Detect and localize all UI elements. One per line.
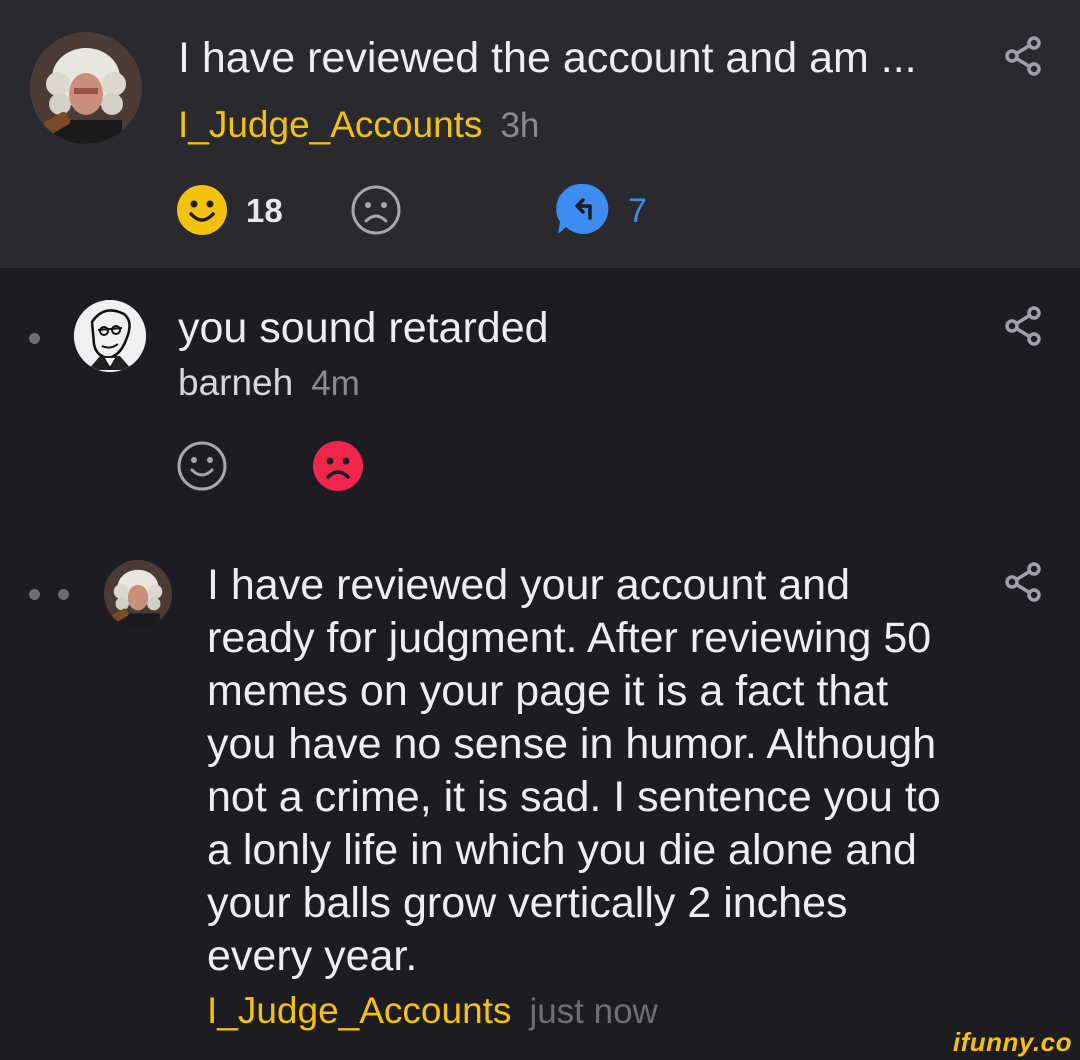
smile-button[interactable] <box>176 184 228 236</box>
thread-depth-dot <box>29 589 40 600</box>
reply-1-text: you sound retarded <box>178 304 549 352</box>
original-comment-card: I have reviewed the account and am ... I… <box>0 0 1080 268</box>
ifunny-watermark: ifunny.co <box>952 1027 1072 1057</box>
reply-bubble-icon <box>556 183 609 234</box>
post-meta: I_Judge_Accounts 3h <box>178 104 539 146</box>
share-icon <box>1005 306 1041 346</box>
thread-depth-dot <box>58 589 69 600</box>
post-comment-text: I have reviewed the account and am ... <box>178 34 917 82</box>
smile-count: 18 <box>246 192 283 229</box>
thread-depth-dot <box>29 333 40 344</box>
reply-1-frown-button[interactable] <box>312 440 364 492</box>
smile-filled-icon <box>177 185 227 235</box>
frown-button[interactable] <box>350 184 402 236</box>
post-time: 3h <box>500 106 540 145</box>
reply-1-time: 4m <box>311 364 360 403</box>
reply-1-username[interactable]: barneh <box>178 362 293 403</box>
judge-avatar-small[interactable] <box>104 560 172 628</box>
reply-1-smile-button[interactable] <box>176 440 228 492</box>
reply-1-meta: barneh 4m <box>178 362 360 404</box>
smile-outline-icon <box>177 441 227 491</box>
reply-2-time: just now <box>529 992 658 1031</box>
frown-filled-icon <box>313 441 363 491</box>
reply-2-username[interactable]: I_Judge_Accounts <box>207 990 511 1031</box>
post-username[interactable]: I_Judge_Accounts <box>178 104 482 145</box>
share-button[interactable] <box>1004 36 1042 76</box>
reply-count[interactable]: 7 <box>628 192 647 231</box>
share-icon <box>1005 562 1041 602</box>
share-icon <box>1005 36 1041 76</box>
frown-outline-icon <box>351 185 401 235</box>
reply-button[interactable] <box>556 182 612 236</box>
reply-2-share-button[interactable] <box>1004 562 1042 602</box>
reply-1-share-button[interactable] <box>1004 306 1042 346</box>
barneh-avatar[interactable] <box>74 300 146 372</box>
judge-avatar[interactable] <box>30 32 142 144</box>
reply-2-text: I have reviewed your account and ready f… <box>207 561 941 980</box>
reply-2-meta: I_Judge_Accounts just now <box>207 990 658 1032</box>
